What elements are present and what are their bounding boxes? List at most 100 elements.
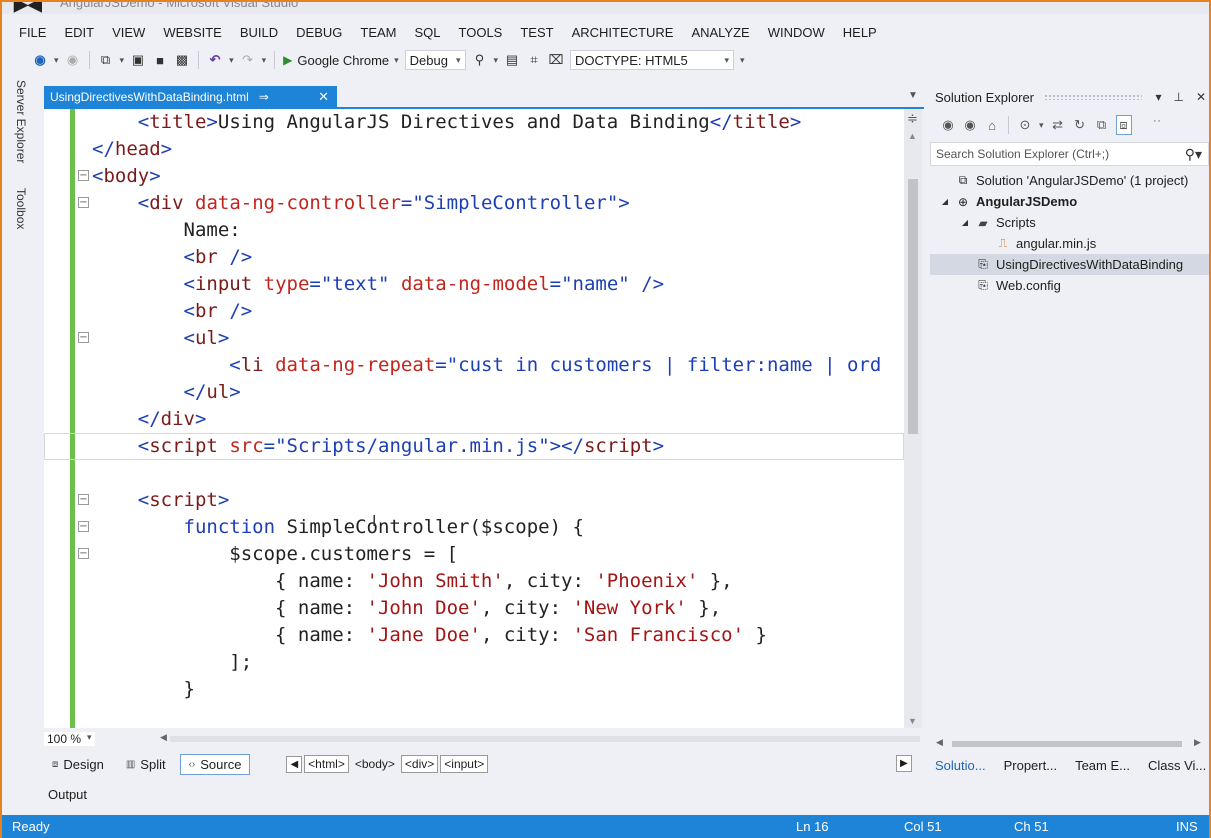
start-debugging-button[interactable]: ▶ Google Chrome ▾	[283, 53, 399, 68]
code-line[interactable]: </div>	[44, 406, 904, 433]
undo-dropdown-icon[interactable]: ▾	[229, 55, 234, 66]
code-line[interactable]: <li data-ng-repeat="cust in customers | …	[44, 352, 904, 379]
tree-node[interactable]: ◢ ▰ Scripts	[930, 212, 1209, 233]
menu-view[interactable]: VIEW	[103, 25, 154, 40]
code-editor[interactable]: <title>Using AngularJS Directives and Da…	[44, 109, 904, 728]
code-line[interactable]: − $scope.customers = [	[44, 541, 904, 568]
code-line[interactable]: <br />	[44, 244, 904, 271]
tab-properties[interactable]: Propert...	[999, 756, 1062, 775]
refresh-icon[interactable]: ↻	[1072, 115, 1088, 135]
bookmark-icon[interactable]: ⌗	[526, 50, 542, 70]
collapse-region-icon[interactable]: −	[78, 170, 89, 181]
code-line[interactable]: { name: 'John Doe', city: 'New York' },	[44, 595, 904, 622]
collapse-all-icon[interactable]: ⧉	[1094, 115, 1110, 135]
close-tab-icon[interactable]: ✕	[318, 89, 329, 105]
menu-window[interactable]: WINDOW	[759, 25, 834, 40]
undo-icon[interactable]: ↶	[207, 50, 223, 70]
menu-website[interactable]: WEBSITE	[154, 25, 231, 40]
tab-class-view[interactable]: Class Vi...	[1143, 756, 1211, 775]
tree-node[interactable]: ⧉ Solution 'AngularJSDemo' (1 project)	[930, 170, 1209, 191]
tree-node[interactable]: ⎘ UsingDirectivesWithDataBinding	[930, 254, 1209, 275]
design-view-button[interactable]: ⧈ Design	[44, 755, 112, 774]
code-line[interactable]: <input type="text" data-ng-model="name" …	[44, 271, 904, 298]
code-line[interactable]: ];	[44, 649, 904, 676]
scroll-down-icon[interactable]: ▼	[908, 716, 917, 726]
tree-node[interactable]: ⎘ Web.config	[930, 275, 1209, 296]
menu-sql[interactable]: SQL	[406, 25, 450, 40]
navigate-back-icon[interactable]: ◉	[32, 50, 48, 70]
code-line[interactable]: Name:	[44, 217, 904, 244]
solution-configuration-select[interactable]: Debug ▾	[404, 50, 466, 70]
open-file-icon[interactable]: ▣	[130, 50, 146, 70]
show-all-files-icon[interactable]: ⧈	[1115, 115, 1132, 135]
tree-node[interactable]: ◢ ⊕ AngularJSDemo	[930, 191, 1209, 212]
source-view-button[interactable]: ‹› Source	[179, 753, 251, 775]
scroll-up-icon[interactable]: ▲	[908, 131, 917, 141]
solution-explorer-search-input[interactable]: Search Solution Explorer (Ctrl+;) ⚲▾	[930, 142, 1209, 166]
code-line[interactable]: }	[44, 676, 904, 703]
panel-menu-icon[interactable]: ▾	[1152, 90, 1164, 104]
editor-horizontal-scrollbar[interactable]	[170, 736, 920, 742]
document-outline-icon[interactable]: ▤	[504, 50, 520, 70]
breadcrumb-div[interactable]: <div>	[400, 755, 439, 773]
menu-tools[interactable]: TOOLS	[450, 25, 512, 40]
save-icon[interactable]: ■	[152, 50, 168, 70]
scrollbar-thumb[interactable]	[908, 179, 918, 434]
menu-build[interactable]: BUILD	[231, 25, 287, 40]
code-line[interactable]: </head>	[44, 136, 904, 163]
doctype-select[interactable]: DOCTYPE: HTML5 ▾	[570, 50, 735, 70]
editor-vertical-scrollbar[interactable]: ≑ ▲ ▼	[904, 109, 922, 728]
find-in-files-icon[interactable]: ⚲	[472, 50, 488, 70]
tab-team-explorer[interactable]: Team E...	[1070, 756, 1135, 775]
expand-arrow-icon[interactable]: ◢	[960, 218, 970, 227]
code-line[interactable]: { name: 'John Smith', city: 'Phoenix' },	[44, 568, 904, 595]
collapse-region-icon[interactable]: −	[78, 548, 89, 559]
pin-icon[interactable]: ⇒	[259, 90, 269, 104]
back-dropdown-icon[interactable]: ▾	[54, 55, 59, 66]
sync-with-document-icon[interactable]: ⇄	[1050, 115, 1066, 135]
tab-list-dropdown-icon[interactable]: ▼	[908, 90, 918, 101]
server-explorer-tab[interactable]: Server Explorer	[14, 80, 28, 163]
code-line[interactable]: </ul>	[44, 379, 904, 406]
split-window-icon[interactable]: ≑	[907, 111, 918, 127]
output-panel-tab[interactable]: Output	[48, 787, 87, 802]
code-line[interactable]: <br />	[44, 298, 904, 325]
code-line[interactable]: − <ul>	[44, 325, 904, 352]
scroll-left-icon[interactable]: ◀	[160, 732, 167, 743]
breadcrumb-html[interactable]: <html>	[304, 755, 349, 773]
search-icon[interactable]: ⚲▾	[1185, 146, 1202, 163]
menu-architecture[interactable]: ARCHITECTURE	[563, 25, 683, 40]
document-tab[interactable]: UsingDirectivesWithDataBinding.html ⇒ ✕	[44, 86, 337, 108]
menu-edit[interactable]: EDIT	[55, 25, 103, 40]
scrollbar-thumb[interactable]	[952, 741, 1182, 747]
redo-dropdown-icon[interactable]: ▾	[262, 55, 267, 66]
menu-test[interactable]: TEST	[511, 25, 562, 40]
code-line[interactable]	[44, 460, 904, 487]
pin-icon[interactable]: ⊥	[1170, 90, 1186, 104]
clear-bookmarks-icon[interactable]: ⌧	[548, 50, 564, 70]
menu-file[interactable]: FILE	[10, 25, 55, 40]
toolbar-overflow-icon[interactable]: ˙˙	[1150, 115, 1166, 135]
code-line[interactable]: − <div data-ng-controller="SimpleControl…	[44, 190, 904, 217]
collapse-region-icon[interactable]: −	[78, 494, 89, 505]
forward-icon[interactable]: ◉	[962, 115, 978, 135]
menu-team[interactable]: TEAM	[351, 25, 405, 40]
expand-arrow-icon[interactable]: ◢	[940, 197, 950, 206]
toolbox-tab[interactable]: Toolbox	[14, 188, 28, 229]
filter-dropdown-icon[interactable]: ▾	[1039, 120, 1044, 131]
menu-analyze[interactable]: ANALYZE	[682, 25, 758, 40]
pending-changes-filter-icon[interactable]: ⊙	[1017, 115, 1033, 135]
collapse-region-icon[interactable]: −	[78, 197, 89, 208]
new-project-icon[interactable]: ⧉	[98, 50, 114, 70]
tab-solution-explorer[interactable]: Solutio...	[930, 756, 991, 775]
solution-explorer-hscrollbar[interactable]: ◀ ▶	[932, 737, 1202, 749]
home-icon[interactable]: ⌂	[984, 115, 1000, 135]
save-all-icon[interactable]: ▩	[174, 50, 190, 70]
menu-help[interactable]: HELP	[834, 25, 886, 40]
code-line[interactable]: − <body>	[44, 163, 904, 190]
code-area[interactable]: <title>Using AngularJS Directives and Da…	[44, 109, 904, 703]
breadcrumb-left-icon[interactable]: ◀	[286, 755, 303, 773]
toolbar-overflow-icon[interactable]: ▾	[494, 55, 499, 66]
new-project-dropdown-icon[interactable]: ▾	[120, 55, 125, 66]
close-icon[interactable]: ✕	[1193, 90, 1209, 104]
